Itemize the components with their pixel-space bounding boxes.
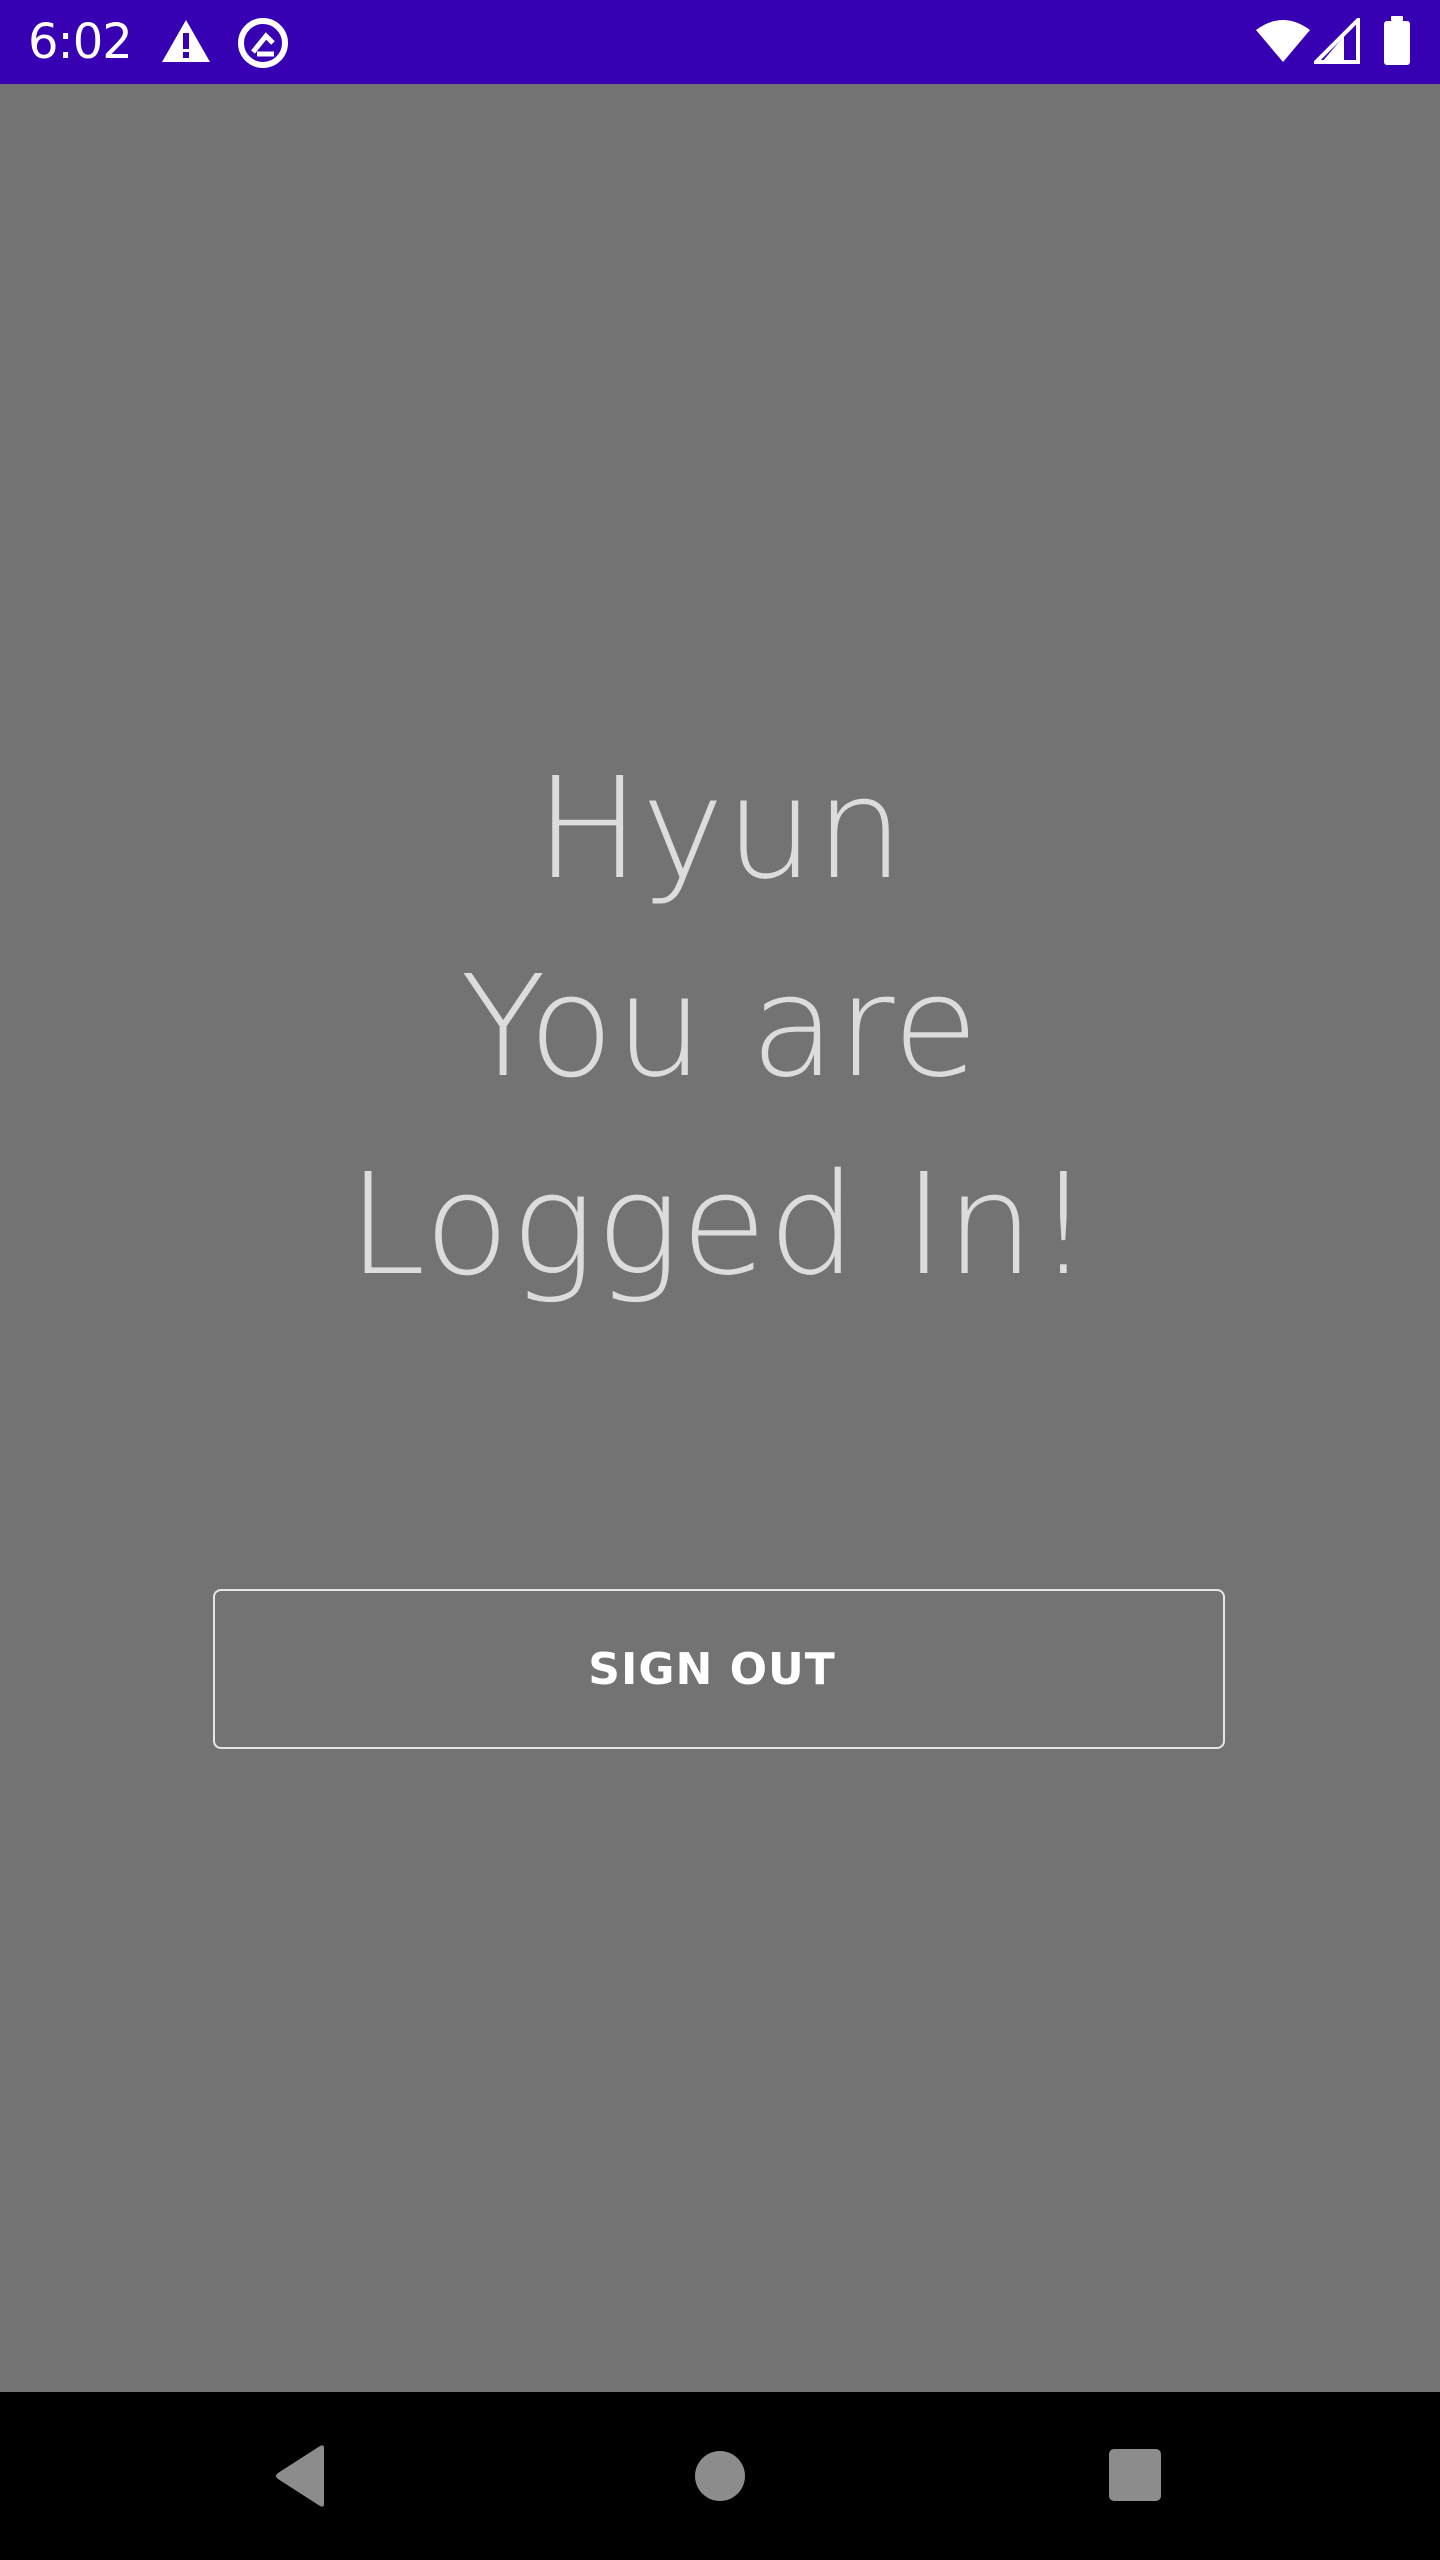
- battery-icon: [1384, 16, 1410, 65]
- recents-icon[interactable]: [1108, 2448, 1162, 2502]
- sign-out-button[interactable]: SIGN OUT: [213, 1589, 1225, 1749]
- back-icon[interactable]: [272, 2444, 328, 2508]
- main-content: Hyun You are Logged In!: [0, 84, 1440, 2392]
- status-bar: 6:02: [0, 0, 1440, 84]
- status-time: 6:02: [28, 14, 133, 70]
- data-saver-icon: [238, 18, 288, 68]
- wifi-icon: [1256, 20, 1310, 62]
- logged-in-message-line-1: You are: [460, 946, 980, 1109]
- warning-icon: [162, 20, 210, 62]
- navigation-bar: [0, 2392, 1440, 2560]
- user-name: Hyun: [535, 748, 905, 911]
- cell-signal-icon: [1314, 18, 1360, 64]
- logged-in-message-line-2: Logged In!: [347, 1144, 1093, 1307]
- home-icon[interactable]: [694, 2450, 746, 2502]
